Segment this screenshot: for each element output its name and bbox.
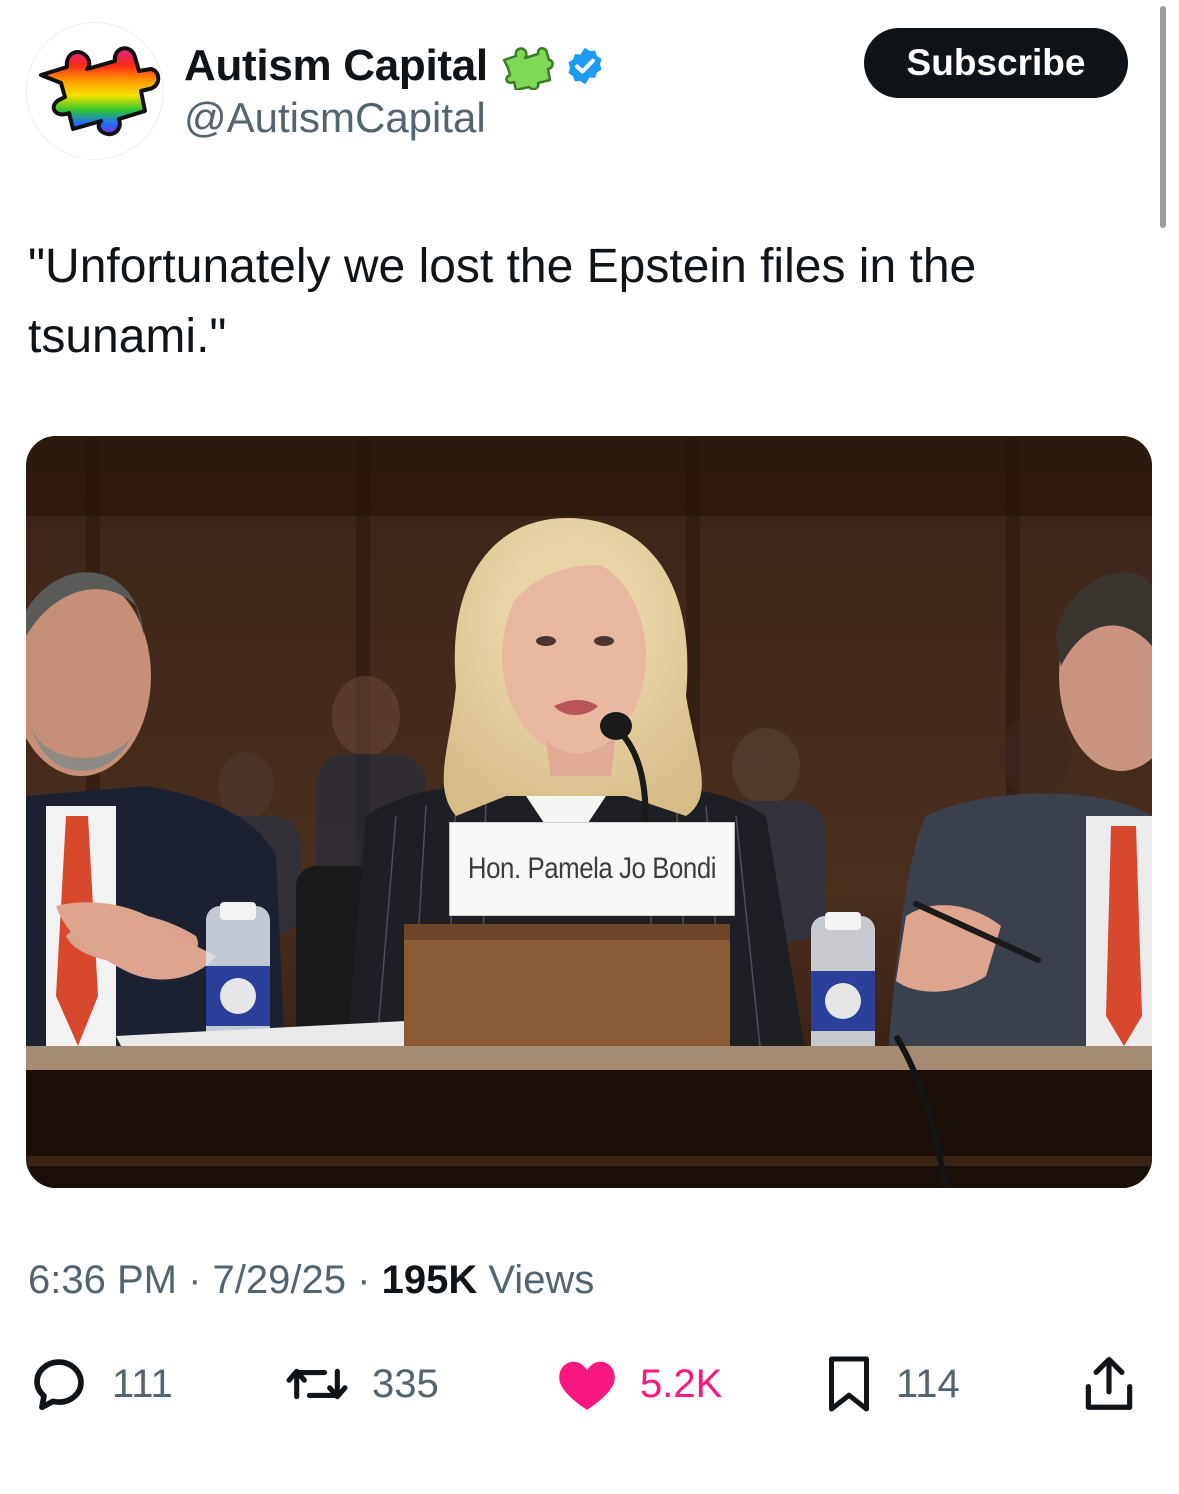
bookmark-icon xyxy=(829,1356,869,1412)
repost-count: 335 xyxy=(372,1361,439,1406)
tweet-date[interactable]: 7/29/25 xyxy=(213,1258,346,1302)
repost-button[interactable]: 335 xyxy=(284,1352,439,1416)
separator: · xyxy=(188,1258,202,1302)
reply-button[interactable]: 111 xyxy=(28,1352,173,1416)
tweet-time[interactable]: 6:36 PM xyxy=(28,1258,177,1302)
tweet-photo[interactable]: Hon. Pamela Jo Bondi xyxy=(26,436,1152,1188)
rainbow-puzzle-piece-icon xyxy=(39,46,161,137)
nameplate: Hon. Pamela Jo Bondi xyxy=(449,822,735,916)
separator: · xyxy=(357,1258,371,1302)
share-button[interactable] xyxy=(1080,1352,1138,1416)
hearing-photo xyxy=(26,436,1152,1188)
repost-icon xyxy=(286,1368,348,1400)
green-puzzle-piece-icon xyxy=(498,42,554,90)
bookmark-count: 114 xyxy=(896,1361,960,1406)
bookmark-button[interactable]: 114 xyxy=(824,1352,960,1416)
author-avatar[interactable] xyxy=(26,22,164,160)
share-icon xyxy=(1085,1356,1133,1410)
views-count: 195K xyxy=(381,1258,478,1302)
author-display-name[interactable]: Autism Capital xyxy=(184,41,488,91)
scrollbar[interactable] xyxy=(1160,6,1166,228)
reply-count: 111 xyxy=(112,1361,173,1406)
heart-icon xyxy=(559,1361,615,1410)
like-count: 5.2K xyxy=(640,1361,723,1406)
reply-icon xyxy=(34,1359,84,1411)
views-label: Views xyxy=(488,1258,595,1302)
subscribe-button[interactable]: Subscribe xyxy=(864,28,1128,98)
tweet-text: "Unfortunately we lost the Epstein files… xyxy=(28,240,977,363)
like-button[interactable]: 5.2K xyxy=(556,1352,722,1416)
verified-badge-icon[interactable] xyxy=(564,45,606,87)
tweet-meta: 6:36 PM · 7/29/25 · 195K Views xyxy=(28,1258,594,1303)
author-handle[interactable]: @AutismCapital xyxy=(184,94,486,142)
